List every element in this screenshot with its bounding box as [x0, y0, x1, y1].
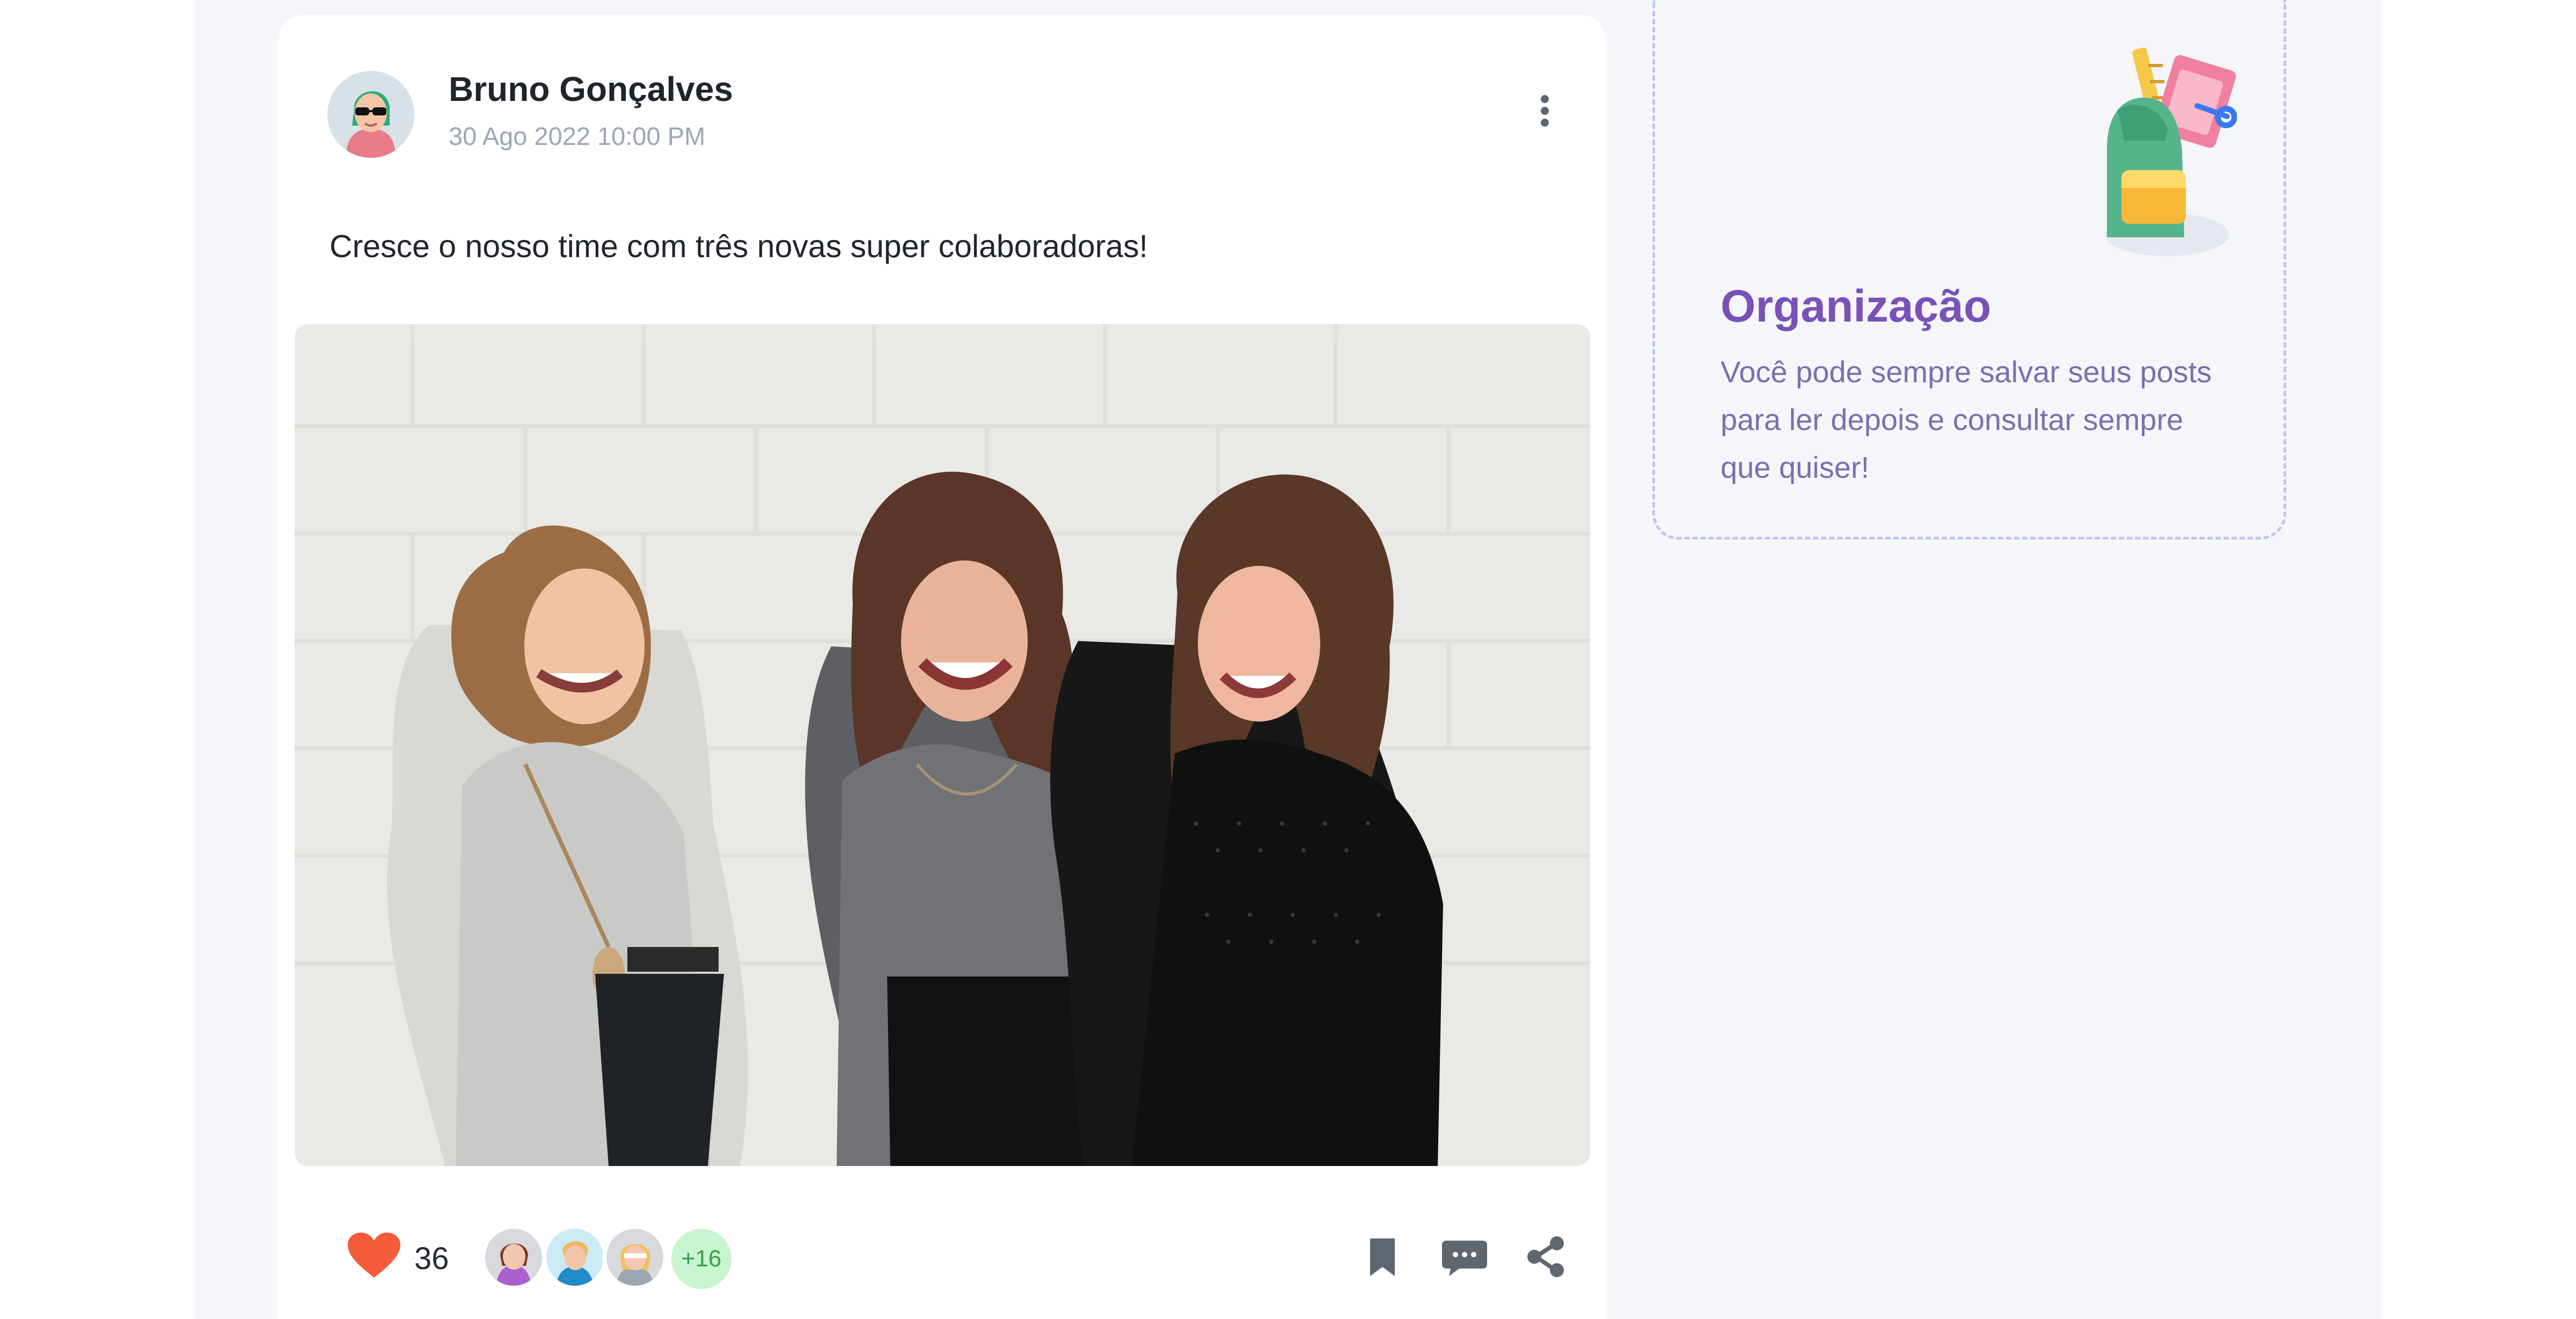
more-reactors-badge[interactable]: +16: [667, 1225, 736, 1293]
more-vertical-icon[interactable]: [1519, 85, 1571, 136]
team-photo-illustration: [295, 324, 1590, 1166]
tip-title: Organização: [1721, 281, 1992, 331]
bookmark-icon-shape: [1370, 1238, 1395, 1276]
post-photo[interactable]: [295, 324, 1590, 1166]
author-avatar-image: [327, 71, 414, 158]
comment-icon-shape: [1442, 1241, 1487, 1276]
post-card: Bruno Gonçalves 30 Ago 2022 10:00 PM Cre…: [278, 15, 1606, 1319]
reactor-avatar[interactable]: [542, 1225, 608, 1290]
organization-tip-card: Organização Você pode sempre salvar seus…: [1652, 0, 2286, 540]
menu-dot: [1541, 95, 1549, 103]
backpack-icon: [2087, 39, 2237, 269]
backpack-illustration: [2105, 47, 2237, 256]
author-avatar[interactable]: [327, 71, 414, 158]
reactor-avatar-image: [606, 1229, 663, 1286]
share-icon[interactable]: [1519, 1231, 1571, 1282]
social-feed-page: Bruno Gonçalves 30 Ago 2022 10:00 PM Cre…: [0, 0, 2576, 1319]
heart-icon-shape: [348, 1233, 400, 1278]
comment-icon[interactable]: [1439, 1231, 1490, 1282]
heart-icon[interactable]: [346, 1231, 402, 1280]
post-date: 30 Ago 2022 10:00 PM: [449, 122, 706, 150]
menu-dot: [1541, 119, 1549, 127]
reactor-avatar[interactable]: [602, 1225, 668, 1290]
likes-count: 36: [414, 1241, 449, 1276]
reactor-avatar-image: [546, 1229, 603, 1286]
author-name[interactable]: Bruno Gonçalves: [449, 69, 733, 110]
share-icon-shape: [1527, 1236, 1564, 1277]
tip-description: Você pode sempre salvar seus posts para …: [1721, 355, 2212, 484]
reactor-avatar[interactable]: [481, 1225, 546, 1290]
bookmark-icon[interactable]: [1357, 1231, 1408, 1282]
post-text: Cresce o nosso time com três novas super…: [330, 229, 1148, 264]
reactor-avatar-image: [485, 1229, 542, 1286]
menu-dot: [1541, 107, 1549, 115]
